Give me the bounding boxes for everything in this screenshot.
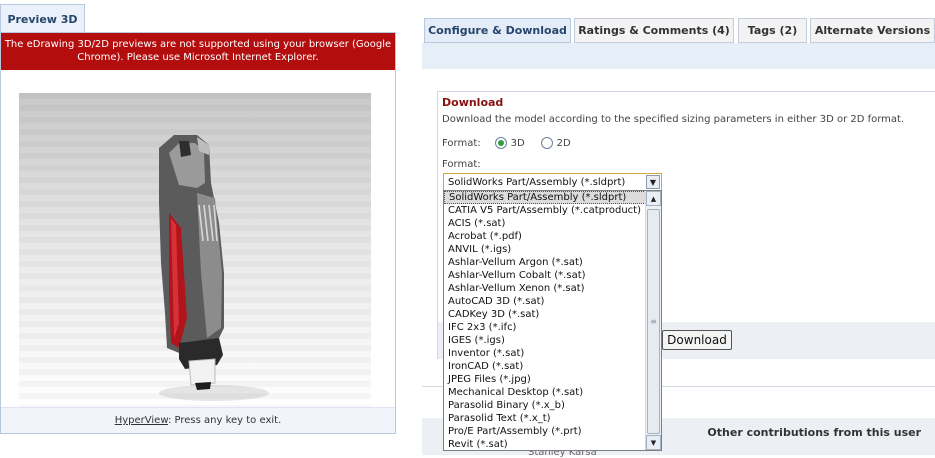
dropdown-scrollbar[interactable]: ▲ ≡ ▼: [645, 191, 661, 450]
other-contributions-label: Other contributions from this user: [707, 426, 921, 439]
format-options: SolidWorks Part/Assembly (*.sldprt) CATIA…: [444, 191, 646, 450]
model-viewer[interactable]: [19, 93, 371, 409]
list-item[interactable]: IGES (*.igs): [444, 334, 646, 347]
list-item[interactable]: Revit (*.sat): [444, 438, 646, 450]
list-item[interactable]: Parasolid Binary (*.x_b): [444, 399, 646, 412]
format-select-label: Format:: [442, 159, 481, 170]
browser-warning: The eDrawing 3D/2D previews are not supp…: [1, 33, 395, 70]
radio-2d[interactable]: [540, 137, 553, 149]
download-title: Download: [442, 96, 504, 109]
list-item[interactable]: ANVIL (*.igs): [444, 243, 646, 256]
scroll-down-icon[interactable]: ▼: [646, 435, 661, 450]
radio-3d-label: 3D: [510, 137, 525, 149]
format-select[interactable]: SolidWorks Part/Assembly (*.sldprt) ▼: [443, 173, 662, 191]
hyperview-link[interactable]: HyperView: [115, 415, 168, 426]
format-label: Format:: [442, 137, 481, 149]
list-item[interactable]: Inventor (*.sat): [444, 347, 646, 360]
list-item[interactable]: ACIS (*.sat): [444, 217, 646, 230]
tab-configure-download[interactable]: Configure & Download: [424, 18, 571, 43]
list-item[interactable]: JPEG Files (*.jpg): [444, 373, 646, 386]
list-item[interactable]: SolidWorks Part/Assembly (*.sldprt): [444, 191, 646, 204]
list-item[interactable]: Ashlar-Vellum Cobalt (*.sat): [444, 269, 646, 282]
list-item[interactable]: Mechanical Desktop (*.sat): [444, 386, 646, 399]
list-item[interactable]: Ashlar-Vellum Xenon (*.sat): [444, 282, 646, 295]
scroll-up-icon[interactable]: ▲: [646, 191, 661, 206]
tab-tags[interactable]: Tags (2): [738, 18, 807, 43]
tab-preview-3d[interactable]: Preview 3D: [0, 4, 85, 33]
list-item[interactable]: Acrobat (*.pdf): [444, 230, 646, 243]
format-dropdown-list[interactable]: SolidWorks Part/Assembly (*.sldprt) CATIA…: [443, 190, 662, 451]
download-description: Download the model according to the spec…: [442, 114, 905, 125]
radio-2d-label: 2D: [556, 137, 571, 149]
list-item[interactable]: IFC 2x3 (*.ifc): [444, 321, 646, 334]
hyperview-footer: HyperView: Press any key to exit.: [1, 407, 395, 433]
list-item[interactable]: Pro/E Part/Assembly (*.prt): [444, 425, 646, 438]
chevron-down-icon[interactable]: ▼: [646, 175, 660, 189]
scroll-thumb[interactable]: ≡: [647, 209, 660, 434]
tab-alternate-versions[interactable]: Alternate Versions: [810, 18, 935, 43]
format-select-value: SolidWorks Part/Assembly (*.sldprt): [448, 176, 626, 188]
tab-ratings-comments[interactable]: Ratings & Comments (4): [574, 18, 734, 43]
list-item[interactable]: CADKey 3D (*.sat): [444, 308, 646, 321]
download-button[interactable]: Download: [662, 330, 732, 350]
list-item[interactable]: IronCAD (*.sat): [444, 360, 646, 373]
tab-content-strip: [422, 43, 935, 69]
list-item[interactable]: AutoCAD 3D (*.sat): [444, 295, 646, 308]
format-radio-row: Format: 3D 2D: [442, 137, 571, 149]
list-item[interactable]: Ashlar-Vellum Argon (*.sat): [444, 256, 646, 269]
radio-3d[interactable]: [494, 137, 507, 149]
preview-panel: The eDrawing 3D/2D previews are not supp…: [0, 32, 396, 434]
list-item[interactable]: Parasolid Text (*.x_t): [444, 412, 646, 425]
hyperview-hint: : Press any key to exit.: [167, 415, 282, 426]
model-render: [159, 135, 269, 401]
list-item[interactable]: CATIA V5 Part/Assembly (*.catproduct): [444, 204, 646, 217]
